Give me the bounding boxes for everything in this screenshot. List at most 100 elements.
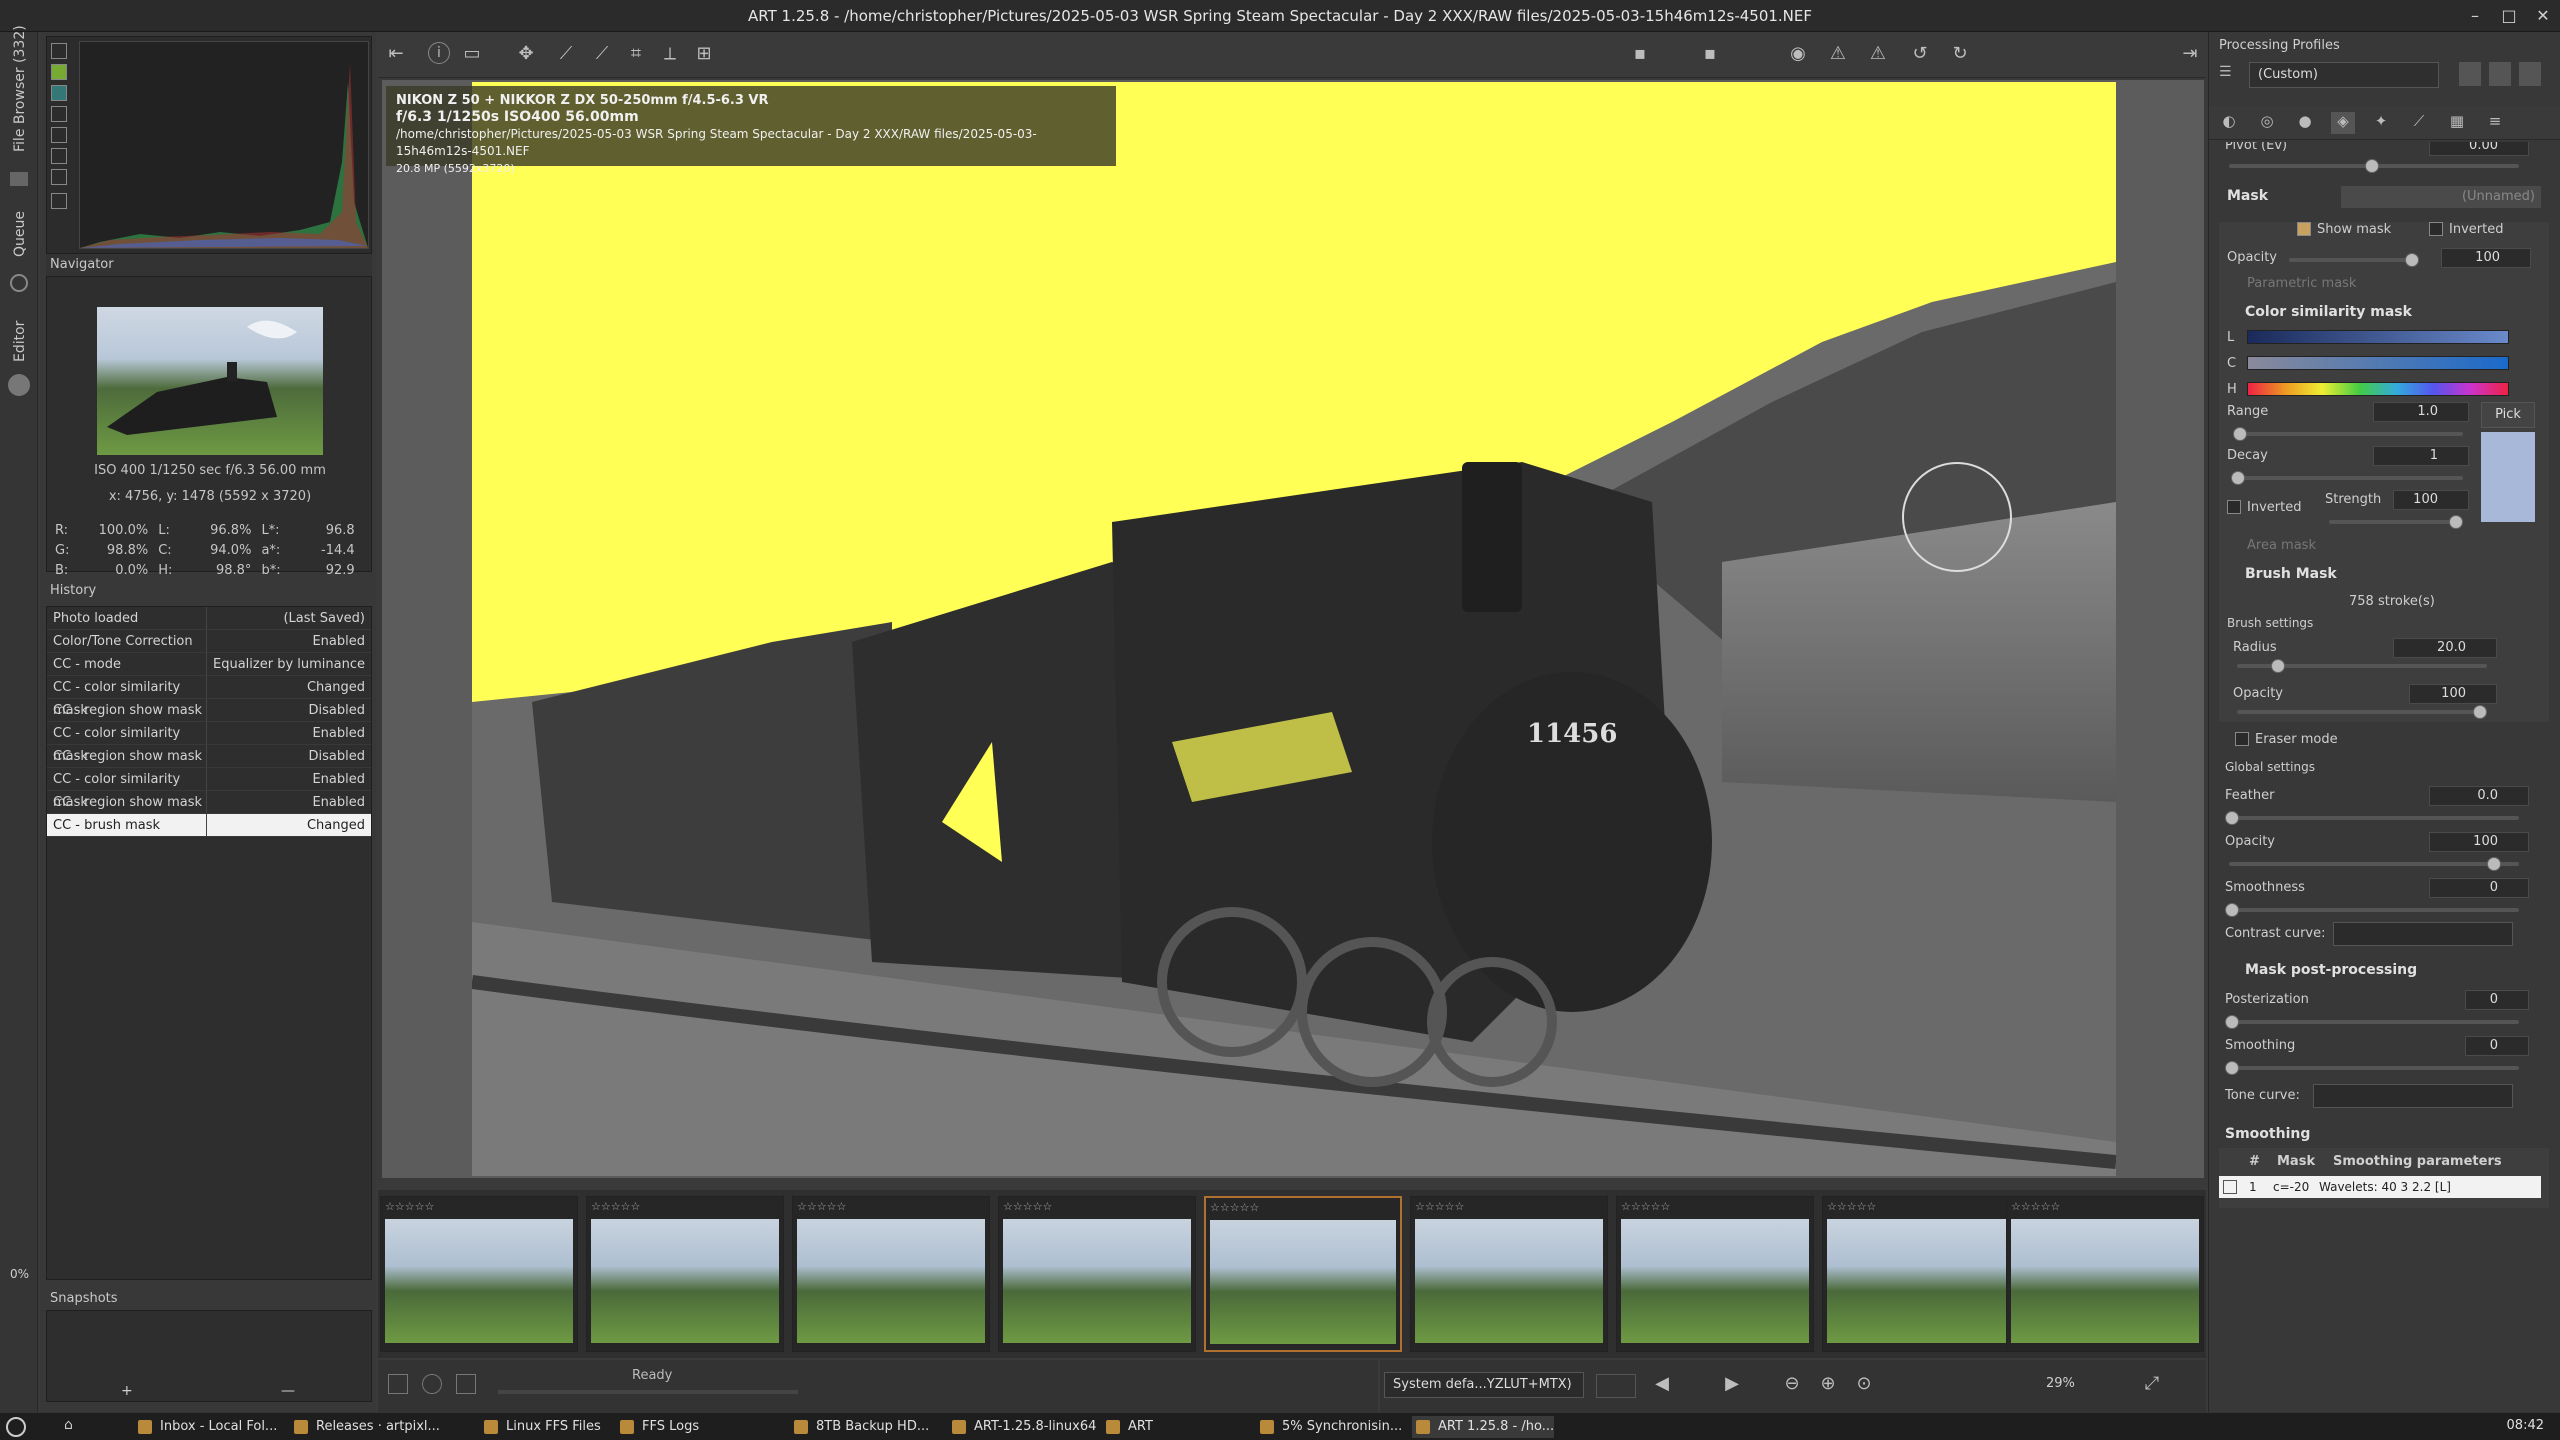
decay-knob[interactable] bbox=[2231, 471, 2245, 485]
mask-opacity-knob[interactable] bbox=[2405, 253, 2419, 267]
zoom-in-icon[interactable]: ⊕ bbox=[1816, 1372, 1840, 1396]
color-similarity-header[interactable]: Color similarity mask bbox=[2245, 304, 2412, 320]
film-thumb[interactable]: ☆☆☆☆☆ bbox=[380, 1196, 578, 1352]
zoom-out-icon[interactable]: ⊖ bbox=[1780, 1372, 1804, 1396]
maximize-button[interactable]: □ bbox=[2492, 0, 2526, 32]
strength-slider[interactable] bbox=[2329, 520, 2463, 524]
history-item[interactable]: Photo loaded (Last Saved) bbox=[47, 607, 371, 630]
smoothing-knob[interactable] bbox=[2225, 1061, 2239, 1075]
save-profile-icon[interactable] bbox=[2489, 62, 2511, 86]
start-menu-icon[interactable] bbox=[6, 1417, 26, 1437]
show-desktop-icon[interactable]: ⌂ bbox=[64, 1417, 73, 1433]
range-field[interactable]: 1.0 bbox=[2373, 402, 2469, 422]
global-opacity-field[interactable]: 100 bbox=[2429, 832, 2529, 852]
tab-transform-icon[interactable]: ⟋ bbox=[2407, 112, 2431, 134]
strength-field[interactable]: 100 bbox=[2393, 490, 2469, 510]
smoothing-row[interactable]: 1 c=-20 Wavelets: 40 3 2.2 [L] bbox=[2219, 1176, 2541, 1198]
rotate-left-icon[interactable]: ↺ bbox=[1908, 42, 1932, 66]
tab-detail-icon[interactable]: ◎ bbox=[2255, 112, 2279, 134]
history-item[interactable]: CC - color similarity mask Enabled bbox=[47, 722, 371, 764]
inverted2-checkbox[interactable] bbox=[2227, 500, 2241, 514]
perspective-icon[interactable]: ⊞ bbox=[692, 42, 716, 66]
gamut-warning-icon[interactable]: ⚠ bbox=[1866, 42, 1890, 66]
hand-tool-icon[interactable]: ✥ bbox=[514, 42, 538, 66]
mask-opacity-field[interactable]: 100 bbox=[2441, 248, 2531, 268]
area-mask-label[interactable]: Area mask bbox=[2247, 538, 2316, 553]
pivot-knob[interactable] bbox=[2365, 159, 2379, 173]
brush-opacity-knob[interactable] bbox=[2473, 705, 2487, 719]
radius-knob[interactable] bbox=[2271, 659, 2285, 673]
posterization-knob[interactable] bbox=[2225, 1015, 2239, 1029]
edit-external-icon[interactable] bbox=[456, 1374, 476, 1394]
tab-local-icon[interactable]: ◈ bbox=[2331, 112, 2355, 134]
feather-field[interactable]: 0.0 bbox=[2429, 786, 2529, 806]
hist-blue-icon[interactable] bbox=[51, 106, 67, 122]
next-image-icon[interactable]: ▶ bbox=[1720, 1372, 1744, 1396]
clip-warning-icon[interactable]: ⚠ bbox=[1826, 42, 1850, 66]
tone-curve-select[interactable] bbox=[2313, 1084, 2513, 1108]
hist-chroma-icon[interactable] bbox=[51, 148, 67, 164]
h-range-bar[interactable] bbox=[2247, 382, 2509, 396]
crop-icon[interactable]: ⌗ bbox=[624, 42, 648, 66]
inverted-checkbox[interactable] bbox=[2429, 222, 2443, 236]
parametric-mask-label[interactable]: Parametric mask bbox=[2247, 276, 2356, 291]
posterization-field[interactable]: 0 bbox=[2465, 990, 2529, 1010]
c-range-bar[interactable] bbox=[2247, 356, 2509, 370]
tab-effects-icon[interactable]: ✦ bbox=[2369, 112, 2393, 134]
taskbar-item[interactable]: ART-1.25.8-linux64 bbox=[948, 1416, 1096, 1438]
smoothness-knob[interactable] bbox=[2225, 903, 2239, 917]
copy-profile-icon[interactable] bbox=[2519, 62, 2541, 86]
smoothness-field[interactable]: 0 bbox=[2429, 878, 2529, 898]
l-range-bar[interactable] bbox=[2247, 330, 2509, 344]
taskbar-item-active[interactable]: ART 1.25.8 - /ho... bbox=[1412, 1416, 1555, 1438]
brush-opacity-field[interactable]: 100 bbox=[2409, 684, 2497, 704]
feather-slider[interactable] bbox=[2229, 816, 2519, 820]
profile-select[interactable]: (Custom) bbox=[2249, 62, 2439, 88]
color-picker-icon[interactable]: ⟋ bbox=[590, 42, 614, 66]
taskbar-item[interactable]: ART bbox=[1102, 1416, 1153, 1438]
row-checkbox[interactable] bbox=[2223, 1180, 2237, 1194]
save-icon[interactable] bbox=[388, 1374, 408, 1394]
remove-snapshot-button[interactable]: — bbox=[281, 1383, 295, 1399]
toggle-right-panel-icon[interactable]: ⇥ bbox=[2178, 42, 2202, 66]
mask-name-field[interactable]: (Unnamed) bbox=[2341, 186, 2541, 208]
pivot-field[interactable]: 0.00 bbox=[2429, 142, 2529, 156]
mask-opacity-slider[interactable] bbox=[2289, 258, 2419, 262]
preview-bg-icon[interactable]: ▪ bbox=[1628, 42, 1652, 66]
taskbar-item[interactable]: Inbox - Local Fol... bbox=[134, 1416, 277, 1438]
mask-postproc-header[interactable]: Mask post-processing bbox=[2245, 962, 2417, 978]
channel-r-icon[interactable]: ▪ bbox=[1698, 42, 1722, 66]
add-snapshot-button[interactable]: + bbox=[121, 1383, 133, 1399]
history-item[interactable]: CC - region show mask Disabled bbox=[47, 699, 371, 722]
history-item[interactable]: CC - color similarity mask Changed bbox=[47, 676, 371, 718]
brush-opacity-slider[interactable] bbox=[2237, 710, 2487, 714]
preview-image[interactable]: 11456 bbox=[472, 82, 2116, 1176]
straighten-icon[interactable]: ⟂ bbox=[658, 42, 682, 66]
toggle-left-panel-icon[interactable]: ⇤ bbox=[384, 42, 408, 66]
history-item-selected[interactable]: CC - brush mask Changed bbox=[47, 814, 371, 837]
range-knob[interactable] bbox=[2233, 427, 2247, 441]
image-canvas[interactable]: 11456 NIKON Z 50 + NIKKOR Z DX 50-250mm … bbox=[382, 80, 2204, 1178]
zoom-fit-icon[interactable]: ⊙ bbox=[1852, 1372, 1876, 1396]
smoothness-slider[interactable] bbox=[2229, 908, 2519, 912]
decay-field[interactable]: 1 bbox=[2373, 446, 2469, 466]
smoothing-field[interactable]: 0 bbox=[2465, 1036, 2529, 1056]
rotate-right-icon[interactable]: ↻ bbox=[1948, 42, 1972, 66]
hist-toggle-icon[interactable] bbox=[51, 43, 67, 59]
hist-mode-icon[interactable] bbox=[51, 193, 67, 209]
hist-luma-icon[interactable] bbox=[51, 127, 67, 143]
film-thumb[interactable]: ☆☆☆☆☆ bbox=[1410, 1196, 1608, 1352]
feather-knob[interactable] bbox=[2225, 811, 2239, 825]
info-icon[interactable]: i bbox=[428, 42, 450, 64]
taskbar-item[interactable]: 8TB Backup HD... bbox=[790, 1416, 929, 1438]
film-thumb[interactable]: ☆☆☆☆☆ bbox=[792, 1196, 990, 1352]
contrast-curve-select[interactable] bbox=[2333, 922, 2513, 946]
range-slider[interactable] bbox=[2233, 432, 2463, 436]
minimize-button[interactable]: – bbox=[2458, 0, 2492, 32]
history-item[interactable]: CC - color similarity mask Enabled bbox=[47, 768, 371, 810]
pick-button[interactable]: Pick bbox=[2481, 402, 2535, 428]
strength-knob[interactable] bbox=[2449, 515, 2463, 529]
brush-mask-header[interactable]: Brush Mask bbox=[2245, 566, 2337, 582]
white-balance-icon[interactable]: ⟋ bbox=[554, 42, 578, 66]
output-profile-select[interactable]: System defa...YZLUT+MTX) bbox=[1384, 1372, 1584, 1398]
